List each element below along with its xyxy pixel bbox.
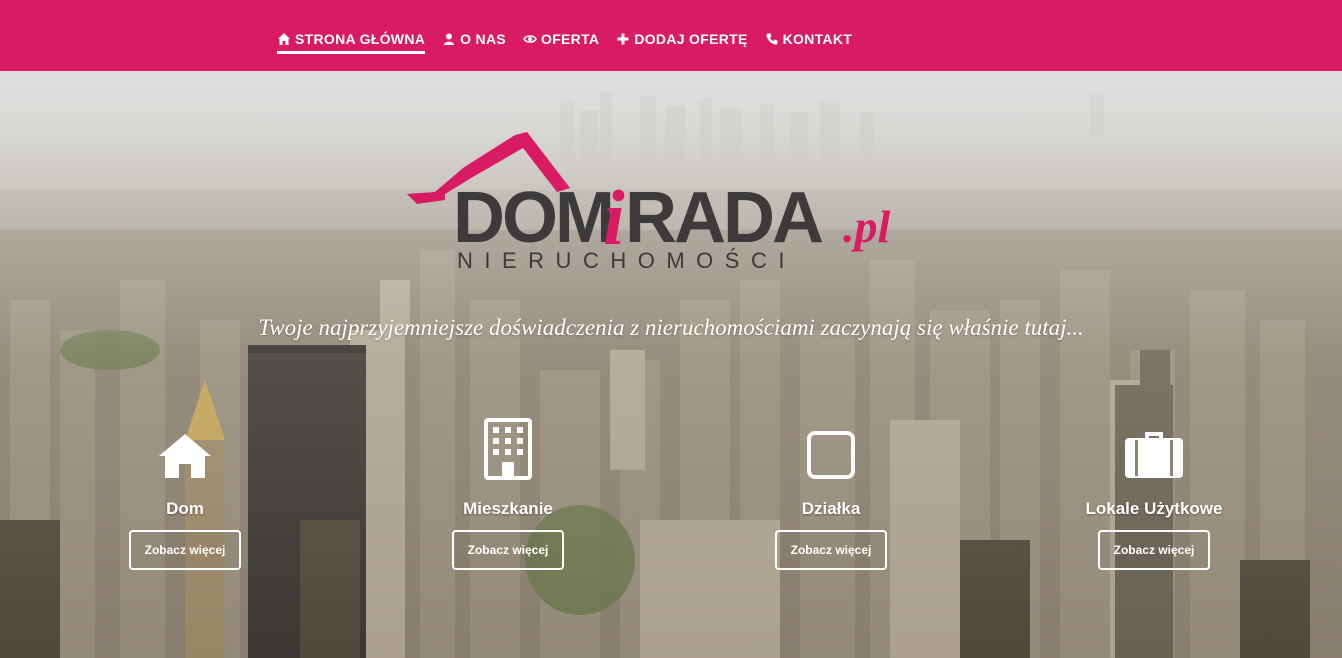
nav-item-about[interactable]: O NAS — [442, 29, 506, 49]
see-more-button[interactable]: Zobacz więcej — [128, 530, 242, 570]
building-icon — [484, 418, 532, 480]
see-more-button[interactable]: Zobacz więcej — [451, 530, 565, 570]
nav-label: KONTAKT — [782, 31, 853, 47]
category-title: Działka — [801, 499, 861, 518]
nav-item-contact[interactable]: KONTAKT — [765, 29, 853, 49]
plus-icon — [617, 33, 629, 45]
hero-tagline: Twoje najprzyjemniejsze doświadczenia z … — [258, 315, 1084, 340]
category-mieszkanie: Mieszkanie Zobacz więcej — [408, 418, 608, 570]
logo-dom: DOM — [453, 178, 612, 258]
phone-icon — [766, 33, 778, 45]
nav-item-add-offer[interactable]: DODAJ OFERTĘ — [616, 29, 747, 49]
briefcase-icon — [1125, 432, 1183, 478]
see-more-button[interactable]: Zobacz więcej — [774, 530, 888, 570]
category-dom: Dom Zobacz więcej — [85, 418, 285, 570]
nav-label: DODAJ OFERTĘ — [634, 31, 748, 47]
nav-label: OFERTA — [541, 31, 600, 47]
site-logo[interactable]: DOM i RADA .pl NIERUCHOMOŚCI — [405, 130, 920, 275]
category-lokale-uzytkowe: Lokale Użytkowe Zobacz więcej — [1054, 418, 1254, 570]
category-title: Dom — [166, 499, 204, 518]
user-icon — [444, 33, 455, 45]
logo-rada: RADA — [625, 178, 823, 258]
nav-item-home[interactable]: STRONA GŁÓWNA — [277, 29, 426, 54]
nav-item-offer[interactable]: OFERTA — [523, 29, 599, 49]
category-dzialka: Działka Zobacz więcej — [731, 418, 931, 570]
category-title: Lokale Użytkowe — [1085, 499, 1223, 518]
square-icon — [807, 431, 855, 479]
home-icon — [278, 33, 290, 45]
category-title: Mieszkanie — [463, 499, 553, 518]
nav-label: STRONA GŁÓWNA — [295, 31, 426, 47]
nav-label: O NAS — [460, 31, 506, 47]
see-more-button[interactable]: Zobacz więcej — [1097, 530, 1211, 570]
house-icon — [159, 434, 211, 478]
eye-icon — [523, 35, 537, 43]
logo-subtitle: NIERUCHOMOŚCI — [457, 248, 796, 273]
main-nav: STRONA GŁÓWNA O NAS OFERTA DODAJ OFERTĘ … — [277, 29, 869, 54]
logo-pl: .pl — [843, 201, 891, 252]
top-navbar: STRONA GŁÓWNA O NAS OFERTA DODAJ OFERTĘ … — [0, 0, 1342, 71]
